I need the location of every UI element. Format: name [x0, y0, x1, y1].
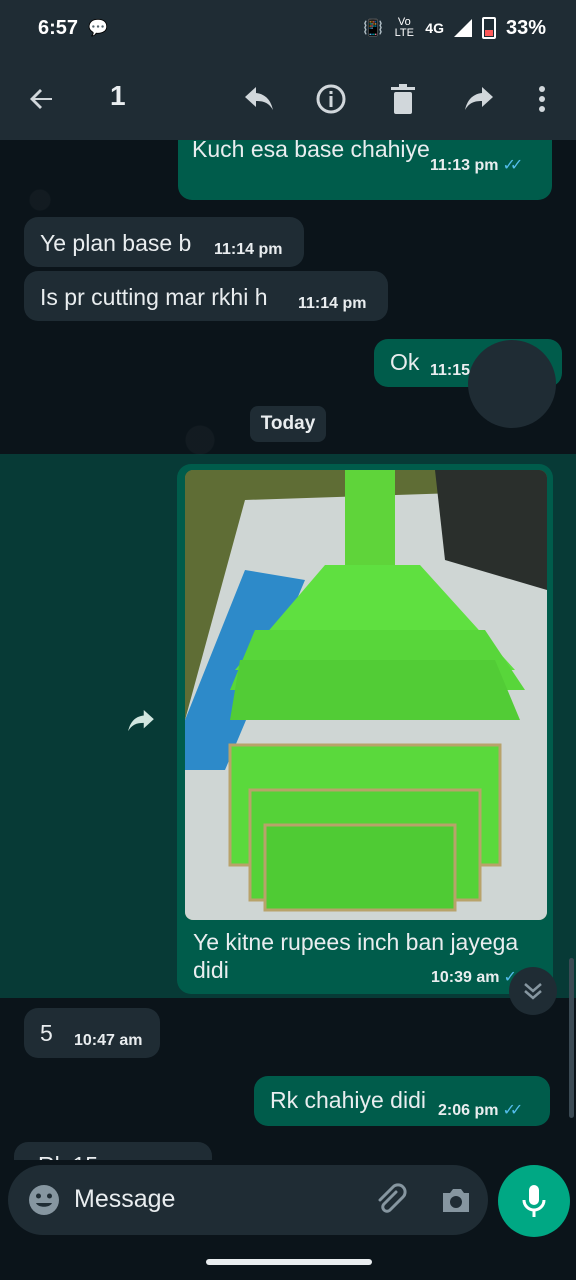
selected-count: 1: [110, 80, 126, 111]
volte-icon: Vo LTE: [394, 16, 414, 39]
message-time: 11:15: [430, 362, 471, 379]
incoming-message[interactable]: 5 10:47 am: [24, 1008, 160, 1058]
info-icon[interactable]: [314, 80, 348, 118]
back-arrow-icon[interactable]: [28, 80, 60, 118]
attachment-clip-icon[interactable]: [372, 1182, 408, 1218]
message-time: 10:47 am: [74, 1032, 143, 1049]
incoming-message[interactable]: Ye plan base b 11:14 pm: [24, 217, 304, 267]
outgoing-message[interactable]: Kuch esa base chahiye 11:13 pm ✓✓: [178, 140, 552, 200]
message-text: Ye plan base b: [40, 230, 192, 256]
voice-record-button[interactable]: [498, 1165, 570, 1237]
message-text: 5: [40, 1020, 53, 1046]
battery-percent: 33%: [505, 16, 546, 39]
message-time: 11:14 pm: [298, 295, 367, 312]
signal-icon: [453, 19, 472, 37]
selection-action-bar: 1: [0, 56, 576, 142]
message-text: Rk chahiye didi: [270, 1087, 426, 1113]
image-caption-line2: didi: [193, 957, 229, 983]
dress-photo[interactable]: [185, 470, 547, 920]
photo-illustration: [185, 470, 547, 920]
read-ticks-icon: ✓✓: [502, 157, 523, 174]
message-text: Ok: [390, 349, 420, 375]
read-ticks-icon: ✓✓: [502, 1102, 523, 1119]
outgoing-image-message[interactable]: Ye kitne rupees inch ban jayega didi 10:…: [177, 464, 553, 994]
message-text: Is pr cutting mar rkhi h: [40, 284, 268, 310]
chat-notification-icon: 💬: [88, 20, 108, 37]
message-time: 10:39 am ✓✓: [431, 969, 524, 986]
battery-icon: [481, 17, 496, 39]
microphone-icon: [522, 1185, 546, 1217]
forward-shortcut-icon[interactable]: [128, 710, 154, 737]
forward-icon[interactable]: [462, 80, 496, 118]
gesture-nav-handle[interactable]: [206, 1259, 372, 1265]
message-input[interactable]: Message: [74, 1185, 175, 1214]
message-time: 11:13 pm ✓✓: [430, 157, 523, 174]
conversation[interactable]: Kuch esa base chahiye 11:13 pm ✓✓ Ye plan…: [0, 140, 576, 1160]
reply-icon[interactable]: [242, 80, 276, 118]
floating-avatar-overlay[interactable]: [468, 340, 556, 428]
selected-message-highlight[interactable]: Ye kitne rupees inch ban jayega didi 10:…: [0, 454, 576, 998]
more-options-icon[interactable]: [525, 80, 559, 118]
scrollbar[interactable]: [569, 958, 574, 1118]
message-time: 2:06 pm ✓✓: [438, 1102, 523, 1119]
vibrate-icon: 📳: [363, 20, 384, 37]
incoming-message[interactable]: Rk 15: [14, 1142, 212, 1160]
incoming-message[interactable]: Is pr cutting mar rkhi h 11:14 pm: [24, 271, 388, 321]
message-compose-bar[interactable]: Message: [8, 1165, 488, 1235]
image-caption-line1: Ye kitne rupees inch ban jayega: [193, 929, 519, 955]
date-divider: Today: [250, 406, 326, 442]
clock: 6:57: [38, 16, 79, 39]
double-chevron-down-icon: [524, 983, 542, 1000]
emoji-icon[interactable]: [26, 1182, 62, 1218]
camera-icon[interactable]: [438, 1182, 474, 1218]
network-type: 4G: [425, 20, 444, 36]
delete-icon[interactable]: [386, 80, 420, 118]
message-text: Kuch esa base chahiye: [192, 140, 430, 162]
message-time: 11:14 pm: [214, 241, 283, 258]
scroll-to-bottom-button[interactable]: [509, 967, 557, 1015]
status-bar: 6:57 💬 📳 Vo LTE 4G 33%: [0, 0, 576, 56]
outgoing-message[interactable]: Rk chahiye didi 2:06 pm ✓✓: [254, 1076, 550, 1126]
message-text: Rk 15: [38, 1152, 98, 1160]
